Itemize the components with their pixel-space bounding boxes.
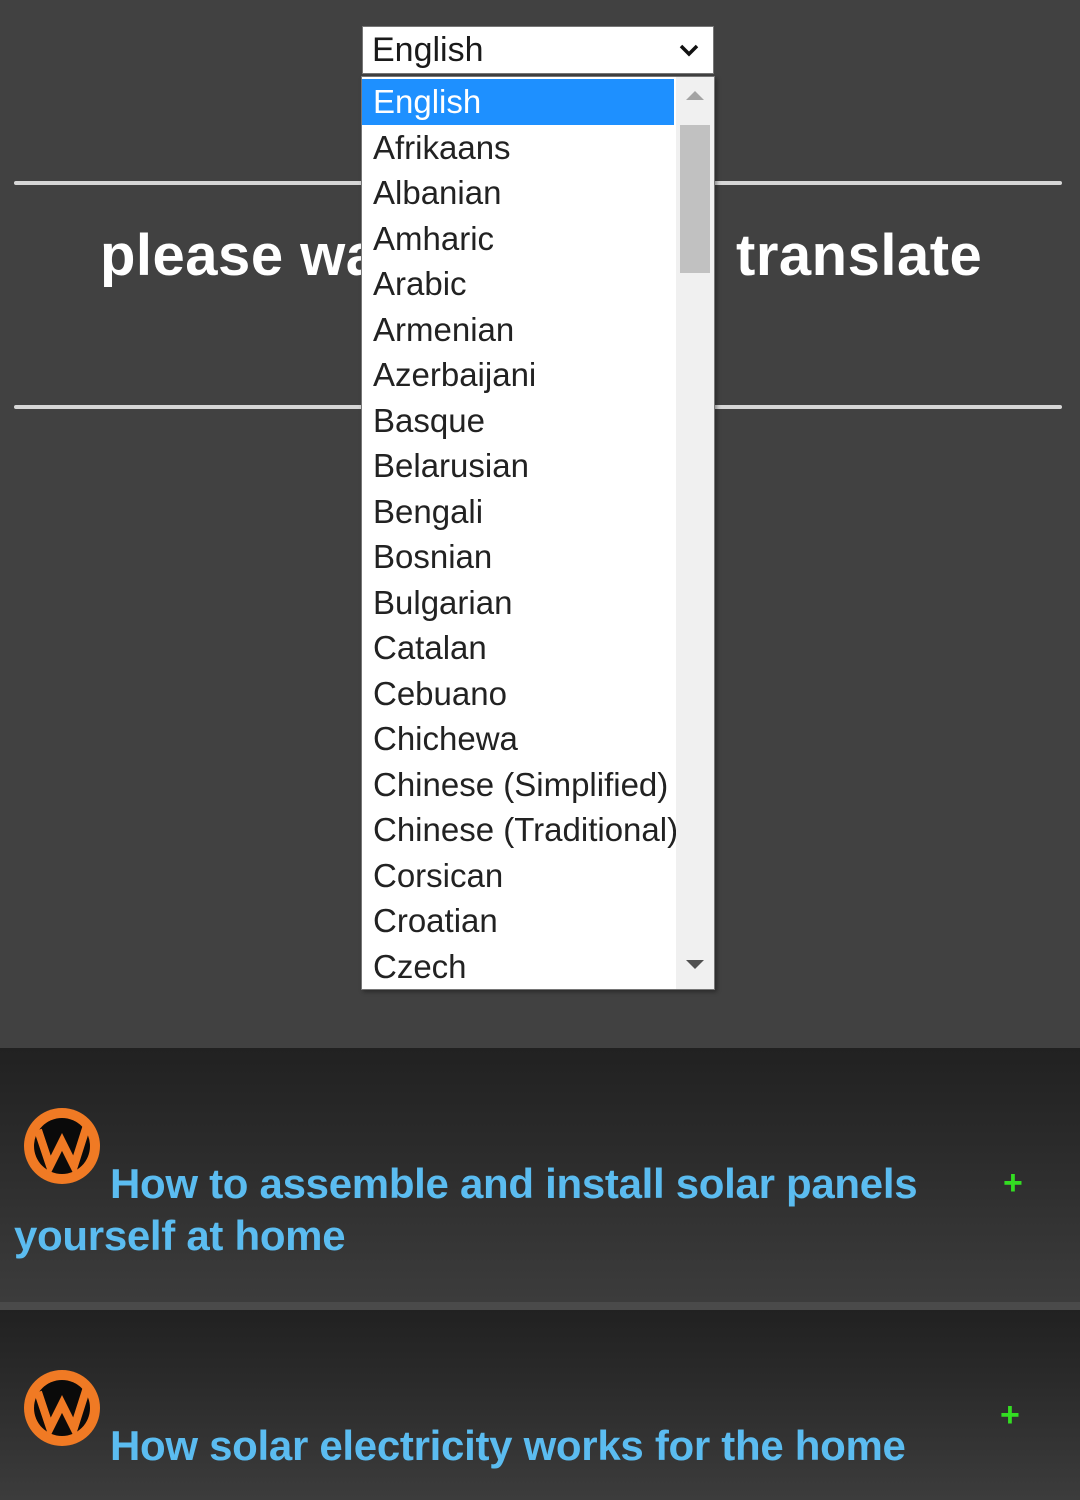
article-link[interactable]: How to assemble and install solar panels… <box>14 1158 1034 1262</box>
w-logo-icon <box>24 1370 100 1446</box>
heading-text-right: translate <box>736 223 983 288</box>
language-option[interactable]: English <box>362 79 674 125</box>
language-option[interactable]: Chichewa <box>362 716 674 762</box>
language-option[interactable]: Amharic <box>362 216 674 262</box>
language-option[interactable]: Bosnian <box>362 534 674 580</box>
article-card: How to assemble and install solar panels… <box>0 1048 1080 1302</box>
language-option[interactable]: Basque <box>362 398 674 444</box>
language-option[interactable]: Bengali <box>362 489 674 535</box>
language-option[interactable]: Armenian <box>362 307 674 353</box>
translate-section: please wa translate English English Afrik… <box>0 0 1080 1048</box>
card-separator <box>0 1302 1080 1310</box>
heading-text-left: please wa <box>100 223 379 288</box>
language-option[interactable]: Corsican <box>362 853 674 899</box>
language-option[interactable]: Chinese (Simplified) <box>362 762 674 808</box>
language-option[interactable]: Albanian <box>362 170 674 216</box>
language-option[interactable]: Croatian <box>362 898 674 944</box>
language-select[interactable]: English <box>362 26 714 74</box>
language-option[interactable]: Cebuano <box>362 671 674 717</box>
language-option[interactable]: Afrikaans <box>362 125 674 171</box>
plus-icon[interactable]: + <box>1000 1398 1020 1432</box>
language-option[interactable]: Bulgarian <box>362 580 674 626</box>
scroll-up-arrow-icon[interactable] <box>686 91 704 100</box>
language-options: English Afrikaans Albanian Amharic Arabic Arm… <box>362 79 678 990</box>
dropdown-scrollbar[interactable] <box>676 77 714 989</box>
language-select-value: English <box>372 30 484 69</box>
language-option[interactable]: Czech <box>362 944 674 990</box>
language-option[interactable]: Arabic <box>362 261 674 307</box>
scroll-down-arrow-icon[interactable] <box>686 960 704 969</box>
article-link[interactable]: How solar electricity works for the home <box>110 1420 906 1472</box>
article-card: How solar electricity works for the home… <box>0 1310 1080 1500</box>
scrollbar-thumb[interactable] <box>680 125 710 273</box>
language-option[interactable]: Chinese (Traditional) <box>362 807 678 853</box>
language-dropdown-list[interactable]: English Afrikaans Albanian Amharic Arabic Arm… <box>361 76 715 990</box>
language-option[interactable]: Belarusian <box>362 443 674 489</box>
chevron-down-icon <box>679 44 699 57</box>
plus-icon[interactable]: + <box>1003 1166 1023 1200</box>
language-option[interactable]: Azerbaijani <box>362 352 674 398</box>
language-option[interactable]: Catalan <box>362 625 674 671</box>
